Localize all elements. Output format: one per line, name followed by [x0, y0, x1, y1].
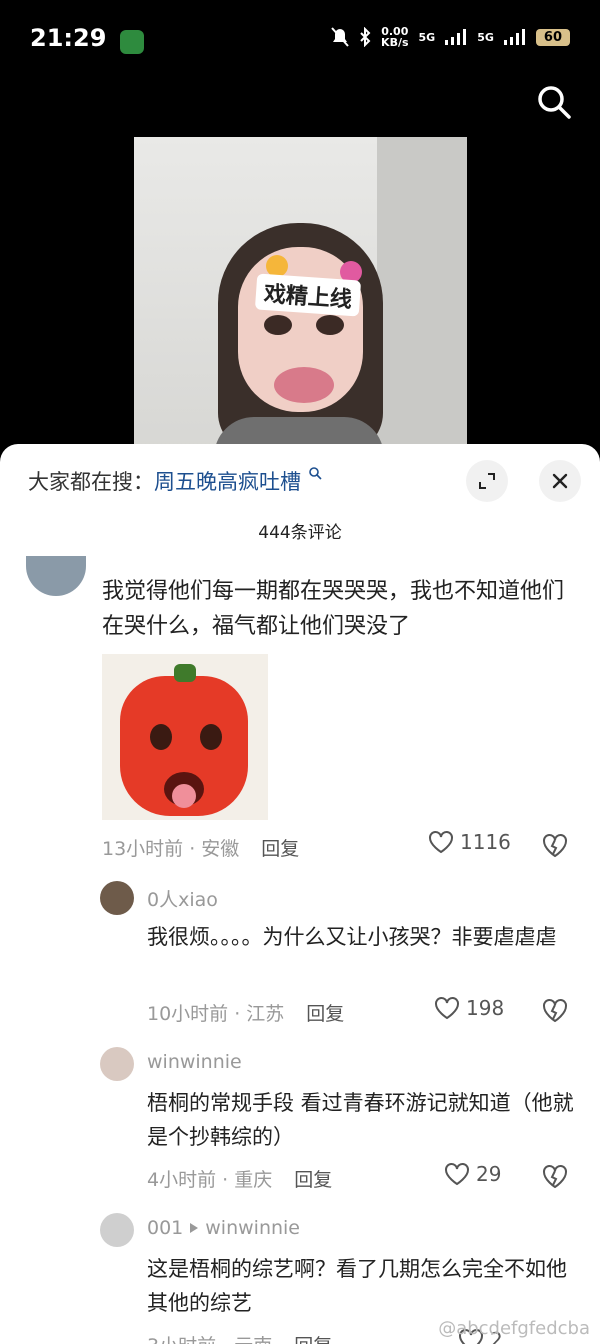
signal-icon-2 — [503, 29, 525, 45]
reply-meta: 3小时前 · 云南 回复 — [147, 1331, 332, 1344]
trending-search-label: 大家都在搜： — [28, 470, 154, 494]
like-count: 29 — [476, 1162, 502, 1186]
reply-text: 这是梧桐的综艺啊？看了几期怎么完全不如他其他的综艺 — [147, 1257, 567, 1315]
bluetooth-icon — [360, 27, 371, 47]
close-icon — [552, 473, 568, 489]
comment-time-location: 13小时前 · 安徽 — [102, 838, 240, 860]
reply-button[interactable]: 回复 — [294, 1169, 332, 1191]
signal-icon — [445, 29, 467, 45]
avatar[interactable] — [26, 556, 86, 596]
comments-panel: 大家都在搜：周五晚高疯吐槽 444条评论 我觉得他们每一期都在哭哭哭，我也不知道… — [0, 444, 600, 1344]
comment-count: 444条评论 — [258, 523, 342, 543]
expand-icon — [479, 473, 495, 489]
reply-meta: 10小时前 · 江苏 回复 — [147, 999, 344, 1026]
comment-image[interactable] — [102, 654, 268, 820]
reply-button[interactable]: 回复 — [306, 1003, 344, 1025]
reply-meta: 4小时前 · 重庆 回复 — [147, 1165, 332, 1192]
status-icons: 0.00 KB/s 5G 5G 60 — [331, 26, 570, 48]
search-icon — [308, 467, 322, 480]
video-sticker-text: 戏精上线 — [254, 273, 362, 317]
mute-icon — [331, 27, 349, 47]
reply-arrow-icon — [190, 1223, 199, 1233]
status-bar: 21:29 0.00 KB/s 5G 5G 60 — [0, 0, 600, 80]
reply-button[interactable]: 回复 — [294, 1335, 332, 1344]
reply-to-username[interactable]: winwinnie — [205, 1217, 300, 1239]
like-count: 1116 — [460, 830, 511, 854]
expand-button[interactable] — [466, 460, 508, 502]
like-count: 198 — [466, 996, 505, 1020]
reply-text: 我很烦。。。。为什么又让小孩哭？非要虐虐虐 — [147, 925, 557, 949]
dislike-icon[interactable] — [541, 831, 569, 859]
network-speed-unit: KB/s — [381, 36, 409, 49]
avatar[interactable] — [100, 881, 134, 915]
like-button[interactable]: 29 — [444, 1162, 501, 1186]
heart-icon — [445, 1163, 469, 1186]
status-time: 21:29 — [30, 24, 107, 52]
reply-text: 梧桐的常规手段 看过青春环游记就知道（他就是个抄韩综的） — [147, 1091, 574, 1149]
comment-text: 我觉得他们每一期都在哭哭哭，我也不知道他们在哭什么，福气都让他们哭没了 — [102, 579, 565, 639]
video-player[interactable]: 戏精上线 — [134, 137, 467, 452]
reply-username[interactable]: winwinnie — [147, 1051, 242, 1073]
sim2-network-type: 5G — [477, 30, 494, 44]
reply-time-location: 3小时前 · 云南 — [147, 1335, 272, 1344]
watermark: @abcdefgfedcba — [438, 1318, 590, 1339]
trending-search-term[interactable]: 周五晚高疯吐槽 — [154, 470, 301, 494]
heart-icon — [429, 831, 453, 854]
like-button[interactable]: 1116 — [428, 830, 511, 854]
sim1-network-type: 5G — [418, 30, 436, 44]
avatar[interactable] — [100, 1047, 134, 1081]
search-icon[interactable] — [534, 82, 574, 122]
reply-username[interactable]: 0人xiao — [147, 885, 218, 912]
reply-header: 001 winwinnie — [147, 1217, 300, 1239]
reply-username[interactable]: 001 — [147, 1217, 183, 1239]
avatar[interactable] — [100, 1213, 134, 1247]
network-speed: 0.00 KB/s — [381, 26, 408, 48]
dislike-icon[interactable] — [541, 996, 569, 1024]
heart-icon — [435, 997, 459, 1020]
close-button[interactable] — [539, 460, 581, 502]
app-notification-icon — [120, 30, 144, 54]
dislike-icon[interactable] — [541, 1162, 569, 1190]
reply-time-location: 4小时前 · 重庆 — [147, 1169, 273, 1191]
like-button[interactable]: 198 — [434, 996, 504, 1020]
trending-search[interactable]: 大家都在搜：周五晚高疯吐槽 — [28, 466, 322, 496]
comment-meta: 13小时前 · 安徽 回复 — [102, 834, 299, 861]
battery-indicator: 60 — [535, 28, 570, 46]
reply-button[interactable]: 回复 — [261, 838, 299, 860]
reply-time-location: 10小时前 · 江苏 — [147, 1003, 285, 1025]
